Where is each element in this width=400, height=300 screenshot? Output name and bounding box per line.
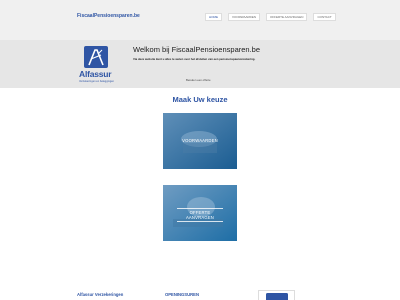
site-title-link[interactable]: FiscaalPensioensparen.be: [77, 13, 140, 19]
footer-logo: [258, 290, 295, 300]
site-footer: [0, 286, 400, 300]
welcome-text: Via deze website kunt u alles te weten o…: [133, 57, 256, 61]
voorwaarden-label: VOORWAARDEN: [182, 138, 218, 143]
offerte-aanvragen-card[interactable]: OFFERTE AANVRAGEN: [163, 185, 237, 241]
nav-voorwaarden[interactable]: VOORWAARDEN: [228, 13, 261, 21]
nav-offerte-aanvragen[interactable]: OFFERTE AANVRAGEN: [266, 13, 308, 21]
logo-name: Alfassur: [79, 69, 112, 79]
alfassur-logo: Alfassur Verzekeringen en beleggingen: [77, 44, 119, 86]
footer-logo-mark-icon: [266, 293, 288, 300]
logo-mark-icon: [84, 46, 108, 68]
footer-company-title: Alfassur Verzekeringen: [77, 292, 124, 297]
nav-contact[interactable]: CONTACT: [313, 13, 336, 21]
calculate-offer-link[interactable]: Bereken een offerte: [186, 78, 211, 82]
welcome-title: Welkom bij FiscaalPensioensparen.be: [133, 45, 261, 54]
main-nav: HOME VOORWAARDEN OFFERTE AANVRAGEN CONTA…: [205, 13, 336, 21]
voorwaarden-card[interactable]: VOORWAARDEN: [163, 113, 237, 169]
offerte-aanvragen-label: OFFERTE AANVRAGEN: [177, 208, 223, 222]
logo-tagline: Verzekeringen en beleggingen: [79, 80, 115, 83]
nav-home[interactable]: HOME: [205, 13, 222, 21]
section-title: Maak Uw keuze: [172, 95, 228, 104]
footer-hours-title: OPENINGSUREN: [165, 292, 199, 297]
site-header: FiscaalPensioensparen.be HOME VOORWAARDE…: [0, 0, 400, 40]
